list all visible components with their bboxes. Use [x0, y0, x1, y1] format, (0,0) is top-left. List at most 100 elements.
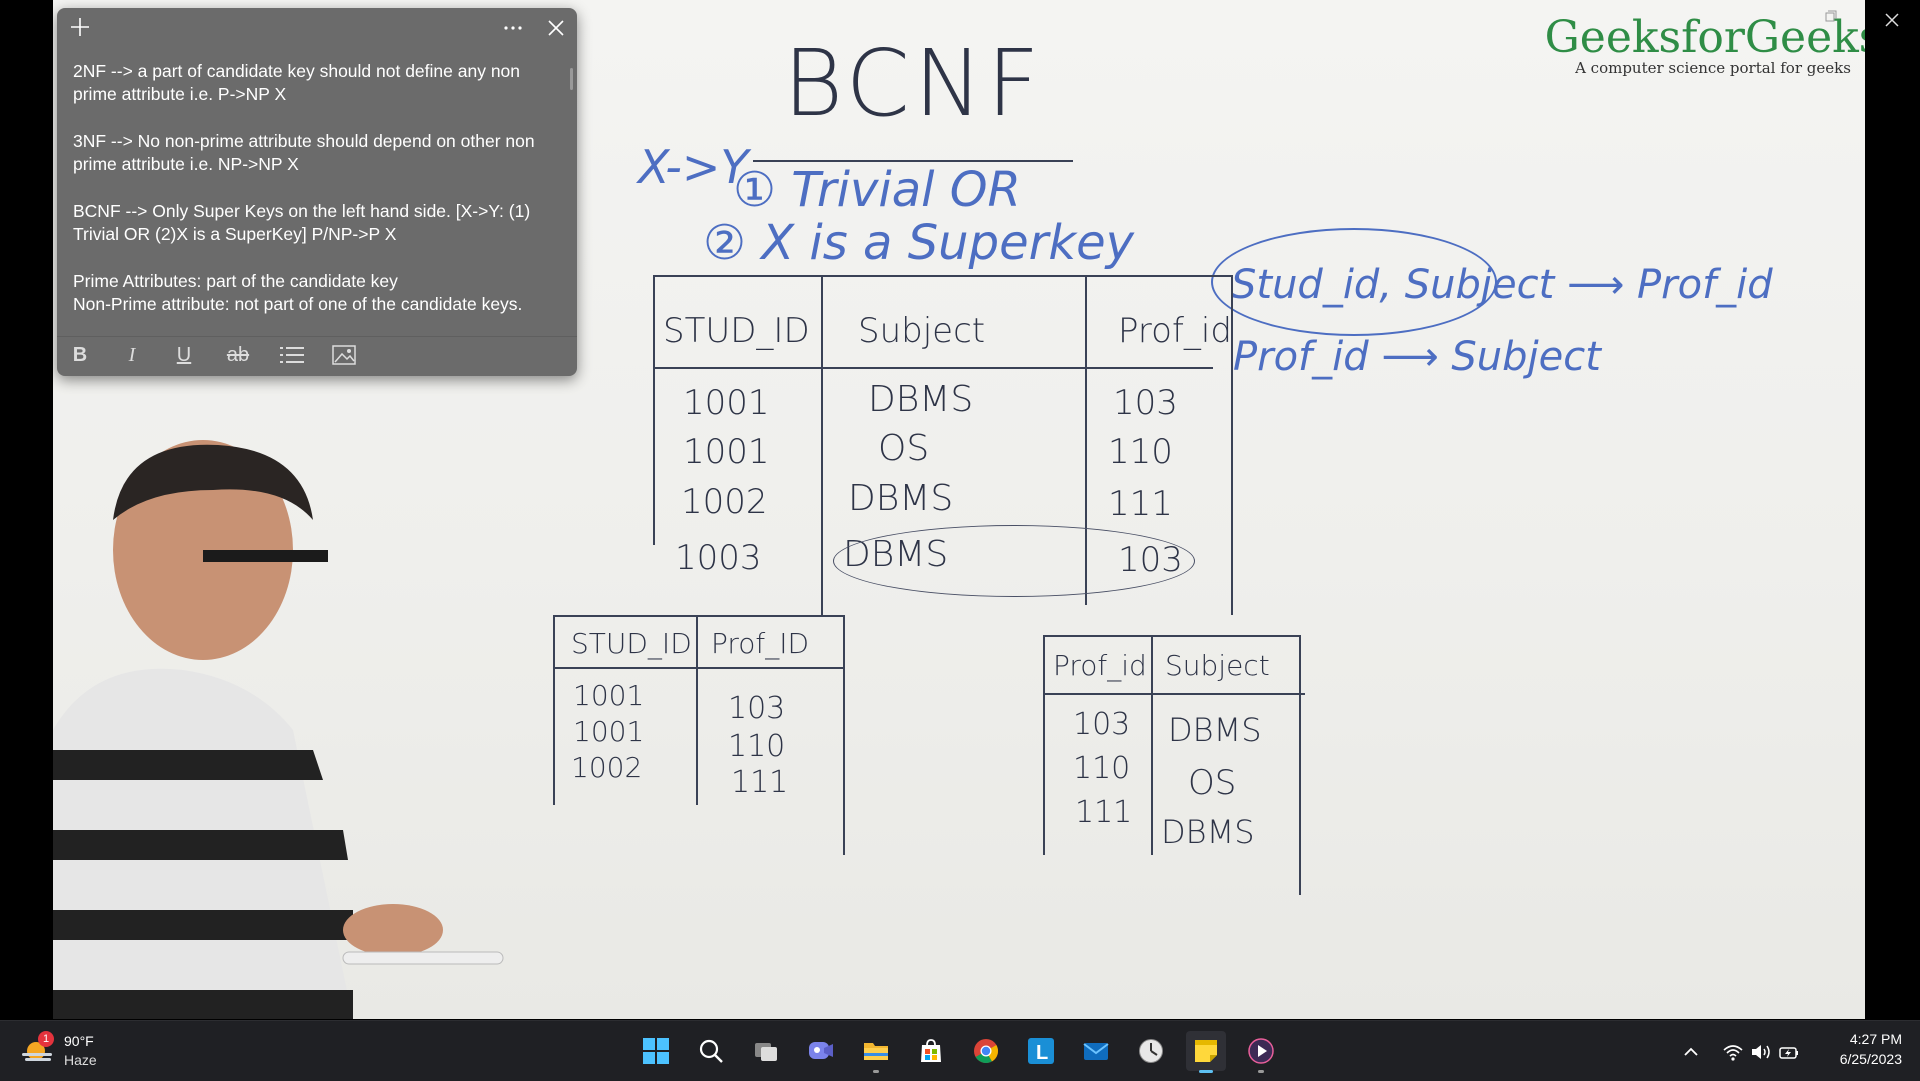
sticky-note-window[interactable]: 2NF --> a part of candidate key should n…	[57, 8, 577, 376]
table-header: Subject	[1165, 649, 1270, 682]
clock-app-button[interactable]	[1131, 1031, 1171, 1071]
note-line: Trivial OR (2)X is a SuperKey] P/NP->P X	[73, 224, 397, 244]
bold-button[interactable]: B	[65, 344, 95, 370]
show-hidden-icons-button[interactable]	[1680, 1041, 1702, 1063]
store-icon	[921, 1039, 941, 1062]
table-cell: 1001	[683, 432, 770, 472]
mail-button[interactable]	[1076, 1031, 1116, 1071]
system-tray	[1680, 1031, 1810, 1071]
bullet-list-icon	[280, 347, 304, 363]
taskbar-clock[interactable]: 4:27 PM 6/25/2023	[1840, 1029, 1902, 1069]
clock-date: 6/25/2023	[1839, 1051, 1902, 1067]
table-cell: DBMS	[1161, 813, 1255, 851]
chrome-button[interactable]	[966, 1031, 1006, 1071]
italic-button[interactable]: I	[117, 344, 147, 370]
board-fd-2: Prof_id ⟶ Subject	[1233, 334, 1601, 380]
table-border	[1043, 635, 1299, 637]
store-button[interactable]	[911, 1031, 951, 1071]
play-icon	[1248, 1038, 1274, 1064]
task-view-button[interactable]	[746, 1031, 786, 1071]
board-rule-lhs: X->Y	[638, 140, 749, 194]
media-player-button[interactable]	[1241, 1031, 1281, 1073]
image-icon	[332, 345, 356, 365]
board-rule-2: ② X is a Superkey	[703, 215, 1135, 271]
running-indicator	[873, 1070, 879, 1073]
note-paragraph: BCNF --> Only Super Keys on the left han…	[73, 200, 553, 246]
search-icon	[699, 1039, 723, 1063]
note-line: BCNF --> Only Super Keys on the left han…	[73, 201, 531, 221]
weather-widget[interactable]: 1 90°F Haze	[22, 1031, 142, 1071]
table-border	[653, 275, 655, 545]
more-options-icon[interactable]	[501, 14, 525, 43]
logo-title: GeeksforGeeks	[1544, 12, 1865, 63]
strikethrough-button[interactable]: ab	[223, 344, 253, 370]
note-line: Non-Prime attribute: not part of one of …	[73, 294, 523, 314]
note-paragraph: 2NF --> a part of candidate key should n…	[73, 60, 553, 106]
note-line: 3NF --> No non-prime attribute should de…	[73, 131, 535, 151]
wifi-button[interactable]	[1722, 1041, 1744, 1063]
sticky-notes-button[interactable]	[1186, 1031, 1226, 1073]
table-cell: 1002	[571, 751, 643, 784]
active-indicator	[1199, 1070, 1213, 1073]
table-cell: 111	[1075, 795, 1133, 830]
note-scrollbar[interactable]	[570, 68, 573, 90]
table-cell: 103	[1073, 707, 1131, 742]
underline-button[interactable]: U	[169, 344, 199, 370]
note-paragraph: Prime Attributes: part of the candidate …	[73, 270, 553, 316]
bullet-list-button[interactable]	[277, 344, 307, 370]
volume-button[interactable]	[1750, 1041, 1772, 1063]
table-header: STUD_ID	[571, 627, 692, 660]
table-border	[843, 615, 845, 855]
video-restore-icon[interactable]	[1825, 10, 1837, 25]
table-cell: 1002	[681, 482, 768, 522]
folder-icon	[864, 1043, 888, 1060]
close-note-icon[interactable]	[545, 17, 567, 39]
clock-time: 4:27 PM	[1849, 1031, 1902, 1047]
battery-button[interactable]	[1778, 1041, 1800, 1063]
table-cell: 1001	[683, 383, 770, 423]
windows-icon	[643, 1038, 669, 1064]
add-note-icon[interactable]	[69, 16, 91, 38]
clock-icon	[1139, 1039, 1163, 1063]
chat-icon	[809, 1042, 833, 1059]
table-header: Prof_id	[1053, 649, 1147, 682]
start-button[interactable]	[636, 1031, 676, 1071]
table-border	[653, 275, 1233, 277]
note-line: prime attribute i.e. P->NP X	[73, 84, 287, 104]
board-oval	[833, 525, 1195, 597]
sticky-note-header[interactable]	[57, 8, 577, 48]
note-paragraph: 3NF --> No non-prime attribute should de…	[73, 130, 553, 176]
mail-icon	[1083, 1043, 1109, 1060]
note-line: prime attribute i.e. NP->NP X	[73, 154, 299, 174]
chrome-icon	[974, 1039, 999, 1064]
search-button[interactable]	[691, 1031, 731, 1071]
note-text-area[interactable]: 2NF --> a part of candidate key should n…	[73, 60, 553, 340]
file-explorer-button[interactable]	[856, 1031, 896, 1073]
table-border	[553, 615, 843, 617]
table-cell: DBMS	[868, 379, 974, 420]
chat-button[interactable]	[801, 1031, 841, 1071]
presenter-figure	[53, 440, 504, 1019]
running-indicator	[1258, 1070, 1264, 1073]
table-border	[1043, 635, 1045, 855]
table-border	[1151, 635, 1153, 855]
table-cell: 111	[731, 765, 789, 800]
wifi-icon	[1723, 1045, 1743, 1061]
table-cell: 1003	[675, 538, 762, 578]
geeksforgeeks-logo: GeeksforGeeks A computer science portal …	[1533, 12, 1865, 77]
weather-condition: Haze	[64, 1052, 97, 1068]
note-line: 2NF --> a part of candidate key should n…	[73, 61, 521, 81]
table-border	[1043, 693, 1305, 695]
table-cell: 110	[1073, 751, 1131, 786]
table-cell: 111	[1108, 484, 1173, 524]
player-close-icon[interactable]	[1882, 10, 1902, 30]
launcher-l-button[interactable]: L	[1021, 1031, 1061, 1071]
add-image-button[interactable]	[329, 344, 359, 370]
board-table-b: Prof_id Subject 103 DBMS 110 OS 111 DBMS	[1043, 635, 1308, 895]
table-cell: 103	[1113, 383, 1178, 423]
task-view-icon	[755, 1043, 777, 1061]
weather-badge: 1	[38, 1031, 54, 1047]
table-cell: 110	[728, 729, 786, 764]
board-heading: BCNF	[783, 30, 1044, 137]
table-cell: DBMS	[848, 478, 954, 519]
